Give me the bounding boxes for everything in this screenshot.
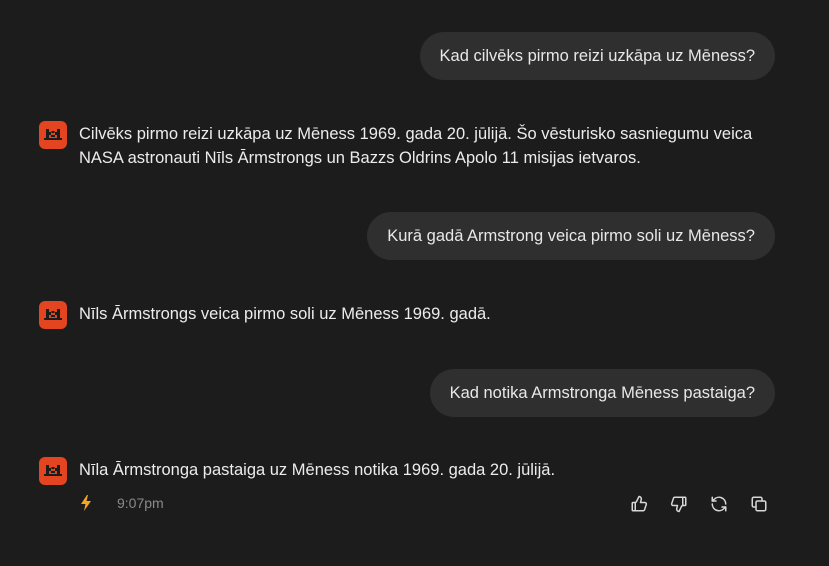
regenerate-icon (711, 496, 727, 512)
assistant-avatar-icon (39, 121, 67, 149)
message-timestamp: 9:07pm (117, 495, 164, 511)
copy-icon (751, 496, 767, 512)
message-meta-row: 9:07pm (39, 490, 775, 518)
chat-thread: Kad cilvēks pirmo reizi uzkāpa uz Mēness… (0, 0, 829, 566)
regenerate-button[interactable] (703, 492, 735, 516)
assistant-avatar-icon (39, 457, 67, 485)
assistant-message: Nīla Ārmstronga pastaiga uz Mēness notik… (39, 457, 789, 485)
user-message: Kad notika Armstronga Mēness pastaiga? (429, 369, 775, 417)
thumbs-up-icon (631, 495, 648, 512)
user-message: Kurā gadā Armstrong veica pirmo soli uz … (367, 212, 775, 260)
assistant-message: Cilvēks pirmo reizi uzkāpa uz Mēness 196… (39, 121, 789, 170)
assistant-message-text: Cilvēks pirmo reizi uzkāpa uz Mēness 196… (79, 125, 753, 167)
user-message: Kad cilvēks pirmo reizi uzkāpa uz Mēness… (419, 32, 775, 80)
thumbs-down-button[interactable] (663, 492, 695, 516)
assistant-message-text: Nīla Ārmstronga pastaiga uz Mēness notik… (79, 461, 556, 479)
message-actions (623, 492, 775, 516)
copy-button[interactable] (743, 492, 775, 516)
assistant-message-text: Nīls Ārmstrongs veica pirmo soli uz Mēne… (79, 305, 491, 323)
assistant-message: Nīls Ārmstrongs veica pirmo soli uz Mēne… (39, 301, 789, 329)
assistant-avatar-icon (39, 301, 67, 329)
thumbs-up-button[interactable] (623, 492, 655, 516)
thumbs-down-icon (670, 496, 687, 513)
bolt-icon (79, 495, 93, 511)
